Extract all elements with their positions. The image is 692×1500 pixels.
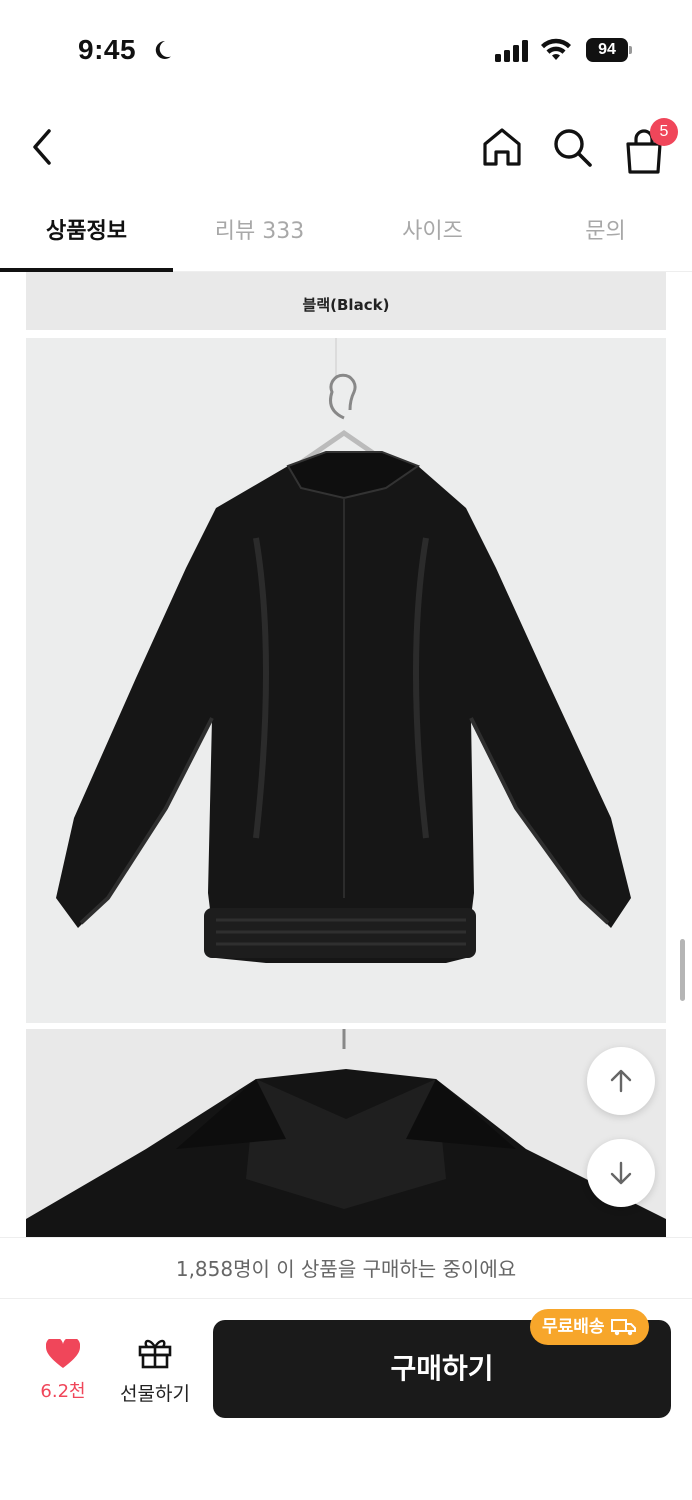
gift-icon xyxy=(138,1339,172,1369)
product-detail-content[interactable]: 블랙(Black) xyxy=(0,272,692,1237)
home-button[interactable] xyxy=(478,122,526,172)
tab-product-info[interactable]: 상품정보 xyxy=(0,200,173,272)
home-icon xyxy=(483,128,521,166)
tab-size[interactable]: 사이즈 xyxy=(346,200,519,272)
scroll-to-top-button[interactable] xyxy=(587,1047,655,1115)
color-label: 블랙(Black) xyxy=(302,296,390,314)
free-shipping-label: 무료배송 xyxy=(542,1317,605,1337)
arrow-down-icon xyxy=(610,1161,632,1185)
scrollbar-thumb[interactable] xyxy=(680,939,685,1001)
wifi-icon xyxy=(541,38,571,60)
battery-level: 94 xyxy=(586,38,628,62)
nav-header: 5 xyxy=(0,100,692,200)
heart-icon xyxy=(45,1336,81,1368)
product-tabs: 상품정보 리뷰 333 사이즈 문의 xyxy=(0,200,692,272)
gift-button[interactable]: 선물하기 xyxy=(112,1335,198,1411)
product-image-collar xyxy=(26,1029,666,1237)
signal-icon xyxy=(495,40,528,62)
free-shipping-badge: 무료배송 xyxy=(530,1309,649,1345)
tab-inquiry[interactable]: 문의 xyxy=(519,200,692,272)
moon-icon xyxy=(155,40,171,59)
color-label-box: 블랙(Black) xyxy=(26,272,666,330)
battery-icon: 94 xyxy=(586,38,632,62)
gift-label: 선물하기 xyxy=(120,1383,190,1405)
purchase-activity-notice: 1,858명이 이 상품을 구매하는 중이에요 xyxy=(0,1237,692,1299)
back-button[interactable] xyxy=(22,122,62,172)
like-count: 6.2천 xyxy=(40,1381,86,1402)
arrow-up-icon xyxy=(610,1069,632,1093)
chevron-left-icon xyxy=(33,129,51,165)
search-icon xyxy=(554,129,592,167)
search-button[interactable] xyxy=(548,122,596,172)
status-bar: 9:45 94 xyxy=(0,0,692,100)
cart-button[interactable]: 5 xyxy=(620,118,680,174)
bottom-action-bar: 6.2천 선물하기 구매하기 무료배송 xyxy=(0,1299,692,1500)
status-time: 9:45 xyxy=(78,34,137,65)
tab-reviews[interactable]: 리뷰 333 xyxy=(173,200,346,272)
truck-icon xyxy=(610,1319,636,1336)
cart-count-badge: 5 xyxy=(650,118,678,146)
like-button[interactable]: 6.2천 xyxy=(28,1336,98,1409)
product-image-back xyxy=(26,338,666,1023)
scroll-to-bottom-button[interactable] xyxy=(587,1139,655,1207)
